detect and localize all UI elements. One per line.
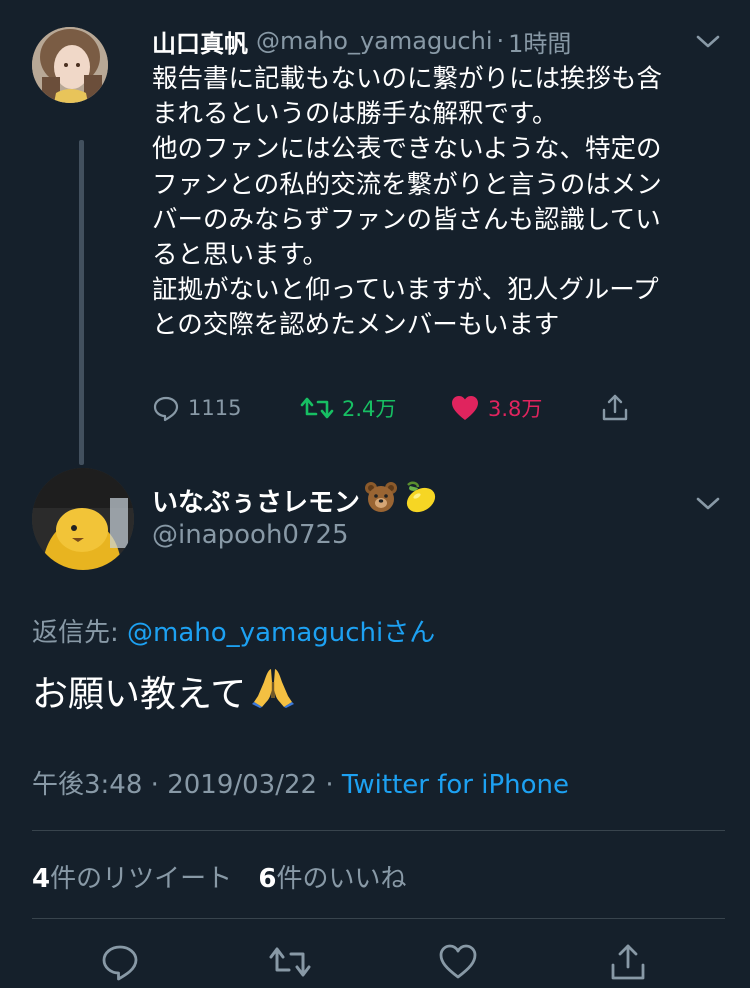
tweet-body-line: との交際を認めたメンバーもいます (152, 310, 560, 341)
retweet-count: 2.4万 (342, 397, 397, 421)
retweets-count: 4 (32, 864, 51, 894)
tweet-source-link[interactable]: Twitter for iPhone (342, 770, 569, 800)
tweet-action-bar (0, 942, 750, 986)
heart-icon (439, 944, 477, 979)
tweet-actions: 1115 2.4万 3.8万 (152, 388, 652, 428)
thread-line (79, 140, 84, 465)
bear-face-icon (364, 481, 398, 520)
tweet-body: 報告書に記載もないのに繋がりには挨拶も含 まれるというのは勝手な解釈です。 他の… (152, 62, 727, 344)
retweets-label: 件のリツイート (50, 864, 233, 894)
share-button[interactable] (608, 942, 648, 982)
likes-count: 6 (258, 864, 277, 894)
reply-to-label: 返信先: (32, 618, 128, 648)
tweet-body-line: ファンとの私的交流を繋がりと言うのはメン (152, 169, 662, 200)
tweet-text: お願い教えて (32, 666, 296, 716)
tweet-body-line: バーのみならずファンの皆さんも認識してい (152, 204, 661, 235)
reply-to-line: 返信先: @maho_yamaguchiさん (32, 612, 435, 649)
retweet-button[interactable] (268, 942, 311, 982)
tweet-text-content: お願い教えて (32, 674, 247, 715)
reply-icon (102, 945, 138, 981)
reply-button[interactable] (100, 942, 140, 982)
tweet-detail-view: 山口真帆 @maho_yamaguchi · 1時間 報告書に記載もないのに繋が… (0, 0, 750, 988)
tweet-body-line: 他のファンには公表できないような、特定の (152, 134, 662, 165)
tweet-timestamp: 午後3:48 (32, 770, 143, 800)
display-name[interactable]: 山口真帆 (152, 24, 248, 59)
avatar[interactable] (32, 27, 108, 103)
likes-label: 件のいいね (276, 864, 407, 894)
chevron-down-icon[interactable] (694, 492, 722, 514)
share-button[interactable] (600, 388, 630, 428)
tweet-date: 2019/03/22 (167, 770, 318, 800)
folded-hands-icon (250, 666, 296, 717)
reply-icon (153, 396, 179, 422)
heart-icon (452, 396, 478, 420)
tweet-header: 山口真帆 @maho_yamaguchi · 1時間 (152, 24, 571, 58)
tweet-body-line: まれるというのは勝手な解釈です。 (152, 99, 558, 130)
retweets-stat[interactable]: 4件のリツイート (32, 864, 250, 894)
tweet-body-line: 報告書に記載もないのに繋がりには挨拶も含 (152, 64, 663, 94)
retweet-icon (300, 397, 334, 419)
separator-dot: · (150, 770, 159, 800)
like-button[interactable]: 3.8万 (450, 388, 542, 428)
reply-button[interactable]: 1115 (152, 388, 241, 428)
reply-to-mention[interactable]: @maho_yamaguchi (127, 618, 383, 648)
tweet-body-line: 証拠がないと仰っていますが、犯人グループ (152, 275, 659, 306)
tweet-time[interactable]: 1時間 (508, 24, 571, 59)
tweet-meta: 午後3:48 · 2019/03/22 · Twitter for iPhone (32, 764, 569, 801)
user-handle[interactable]: @inapooh0725 (152, 520, 349, 550)
share-icon (611, 944, 645, 980)
retweet-icon (269, 947, 311, 977)
likes-stat[interactable]: 6件のいいね (258, 864, 424, 894)
chevron-down-icon[interactable] (694, 30, 722, 52)
separator-dot: · (325, 770, 334, 800)
like-count: 3.8万 (488, 397, 543, 421)
user-handle[interactable]: @maho_yamaguchi (256, 27, 493, 55)
separator-dot: · (496, 27, 505, 55)
display-name-text: いなぷぅさレモン (152, 487, 361, 518)
like-button[interactable] (438, 942, 478, 982)
share-icon (602, 394, 628, 421)
display-name[interactable]: いなぷぅさレモン (152, 481, 438, 520)
divider (32, 830, 725, 831)
avatar[interactable] (32, 468, 134, 570)
reply-count: 1115 (188, 396, 242, 420)
retweet-button[interactable]: 2.4万 (300, 388, 396, 428)
reply-to-suffix: さん (383, 618, 436, 648)
engagement-stats: 4件のリツイート 6件のいいね (32, 858, 424, 895)
lemon-icon (402, 481, 438, 520)
tweet-body-line: ると思います。 (152, 240, 328, 271)
divider (32, 918, 725, 919)
